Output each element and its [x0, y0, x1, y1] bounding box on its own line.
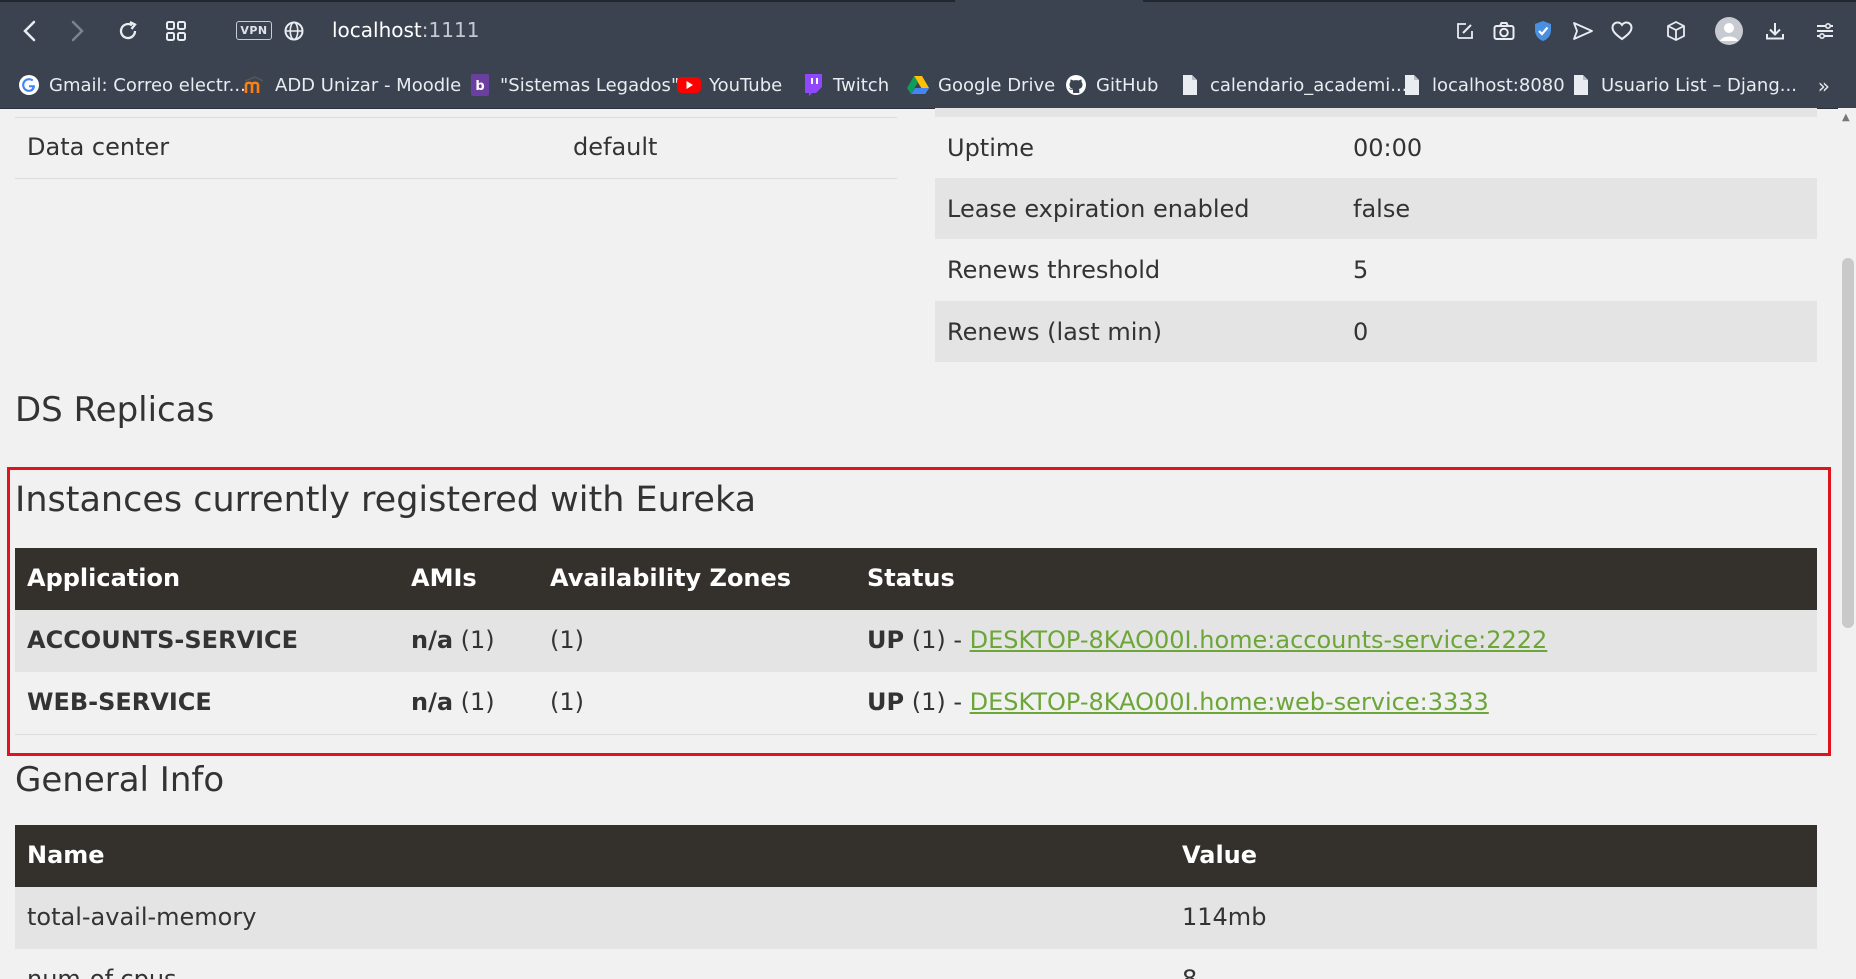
status-value: 00:00 [1353, 133, 1423, 162]
bookmark-youtube[interactable]: YouTube [677, 72, 782, 98]
shield-icon[interactable] [1526, 14, 1560, 48]
bookmark-github[interactable]: GitHub [1064, 72, 1158, 98]
url-port: :1111 [421, 18, 480, 42]
info-value: 114mb [1182, 903, 1267, 931]
back-icon[interactable] [13, 14, 47, 48]
bookmark-label: localhost:8080 [1432, 74, 1565, 96]
download-icon[interactable] [1758, 14, 1792, 48]
drive-icon [906, 73, 930, 97]
table-row: Uptime 00:00 [935, 117, 1817, 178]
status-value: false [1353, 194, 1411, 223]
bookmark-localhost-8080[interactable]: localhost:8080 [1400, 72, 1565, 98]
bookmark-purple-icon: b [468, 73, 492, 97]
profile-avatar-icon[interactable] [1710, 12, 1748, 50]
vpn-badge[interactable]: VPN [236, 21, 272, 40]
highlight-annotation-box [7, 467, 1831, 756]
heart-icon[interactable] [1605, 14, 1639, 48]
tab-strip-edge [0, 0, 955, 2]
bookmark-label: "Sistemas Legados" [500, 74, 680, 96]
youtube-icon [677, 73, 701, 97]
bookmark-label: YouTube [709, 74, 783, 96]
bookmarks-bar: Gmail: Correo electr... ADD Unizar - Moo… [0, 62, 1856, 109]
url-host: localhost [332, 18, 422, 42]
bookmark-calendario[interactable]: calendario_academi... [1178, 72, 1407, 98]
bookmark-label: Twitch [833, 74, 890, 96]
file-icon [1178, 73, 1202, 97]
google-icon [17, 73, 41, 97]
edit-page-icon[interactable] [1448, 14, 1482, 48]
bookmark-label: ADD Unizar - Moodle [275, 74, 462, 96]
column-header-value[interactable]: Value [1182, 841, 1257, 869]
moodle-icon [243, 73, 267, 97]
svg-text:b: b [475, 79, 484, 94]
status-key: Renews threshold [947, 256, 1161, 284]
table-row: num-of-cpus 8 [15, 949, 1817, 979]
scroll-up-arrow-icon[interactable]: ▲ [1842, 112, 1850, 123]
tab-strip-edge [1143, 0, 1856, 2]
info-name: num-of-cpus [27, 965, 177, 979]
bookmark-google-drive[interactable]: Google Drive [906, 72, 1055, 98]
general-info-heading: General Info [15, 760, 225, 800]
globe-icon[interactable] [277, 14, 311, 48]
ds-replicas-heading: DS Replicas [15, 390, 215, 430]
status-key: Lease expiration enabled [947, 194, 1250, 223]
table-row: Data center default [15, 117, 897, 177]
bookmark-label: GitHub [1096, 74, 1159, 96]
info-value: 8 [1182, 965, 1198, 979]
general-info-table-header: Name Value [15, 825, 1817, 887]
extensions-cube-icon[interactable] [1659, 14, 1693, 48]
bookmark-twitch[interactable]: Twitch [801, 72, 889, 98]
bookmark-moodle[interactable]: ADD Unizar - Moodle [243, 72, 461, 98]
bookmark-label: Gmail: Correo electr... [49, 74, 246, 96]
table-row: Renews (last min) 0 [935, 301, 1817, 362]
send-icon[interactable] [1566, 14, 1600, 48]
info-name: total-avail-memory [27, 903, 257, 931]
file-icon [1400, 73, 1424, 97]
divider [15, 178, 897, 179]
bookmark-label: Google Drive [938, 74, 1056, 96]
column-header-name[interactable]: Name [27, 841, 105, 869]
table-row: Lease expiration enabled false [935, 178, 1817, 239]
bookmark-label: Usuario List – Djang... [1601, 74, 1797, 96]
easy-setup-menu-icon[interactable] [1808, 14, 1842, 48]
bookmarks-overflow-chevron-icon[interactable]: » [1818, 74, 1830, 98]
table-row: Renews threshold 5 [935, 239, 1817, 301]
address-bar[interactable]: localhost:1111 [332, 18, 479, 42]
forward-icon[interactable] [60, 14, 94, 48]
speed-dial-icon[interactable] [159, 14, 193, 48]
status-value: 0 [1353, 317, 1369, 346]
file-icon [1569, 73, 1593, 97]
bookmark-sistemas-legados[interactable]: b "Sistemas Legados" [468, 72, 679, 98]
env-value: default [573, 133, 658, 161]
bookmark-label: calendario_academi... [1210, 74, 1408, 96]
status-key: Renews (last min) [947, 317, 1163, 346]
twitch-icon [801, 73, 825, 97]
camera-icon[interactable] [1487, 14, 1521, 48]
github-icon [1064, 73, 1088, 97]
env-key: Data center [27, 133, 170, 161]
page-scrollbar[interactable]: ▲ [1838, 108, 1856, 979]
status-key: Uptime [947, 133, 1035, 162]
browser-toolbar: VPN localhost:1111 [0, 0, 1856, 62]
scrollbar-thumb[interactable] [1842, 258, 1854, 628]
table-row: total-avail-memory 114mb [15, 887, 1817, 949]
reload-icon[interactable] [111, 14, 145, 48]
bookmark-gmail[interactable]: Gmail: Correo electr... [17, 72, 246, 98]
bookmark-usuario-list[interactable]: Usuario List – Djang... [1569, 72, 1797, 98]
status-value: 5 [1353, 256, 1369, 284]
